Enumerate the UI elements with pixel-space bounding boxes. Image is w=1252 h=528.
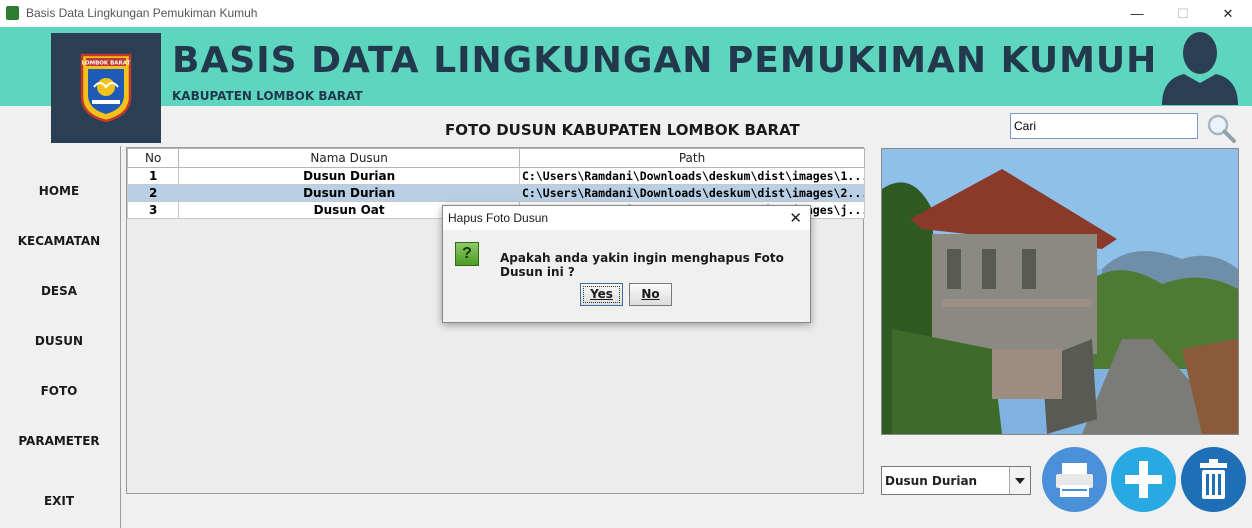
sidebar-item-exit[interactable]: EXIT: [0, 494, 118, 508]
column-header-no[interactable]: No: [126, 148, 180, 168]
table-header-row: No Nama Dusun Path: [126, 148, 865, 168]
yes-button[interactable]: Yes: [580, 283, 623, 306]
dialog-message: Apakah anda yakin ingin menghapus Foto D…: [500, 251, 784, 279]
dialog-close-icon[interactable]: ✕: [789, 209, 802, 227]
lombok-barat-logo: LOMBOK BARAT: [80, 53, 132, 123]
sidebar-item-parameter[interactable]: PARAMETER: [0, 434, 118, 448]
logo-panel: LOMBOK BARAT: [51, 33, 161, 143]
printer-icon: [1056, 463, 1093, 497]
table-row[interactable]: 1 Dusun Durian C:\Users\Ramdani\Download…: [126, 167, 865, 185]
plus-icon: [1125, 461, 1162, 498]
sidebar-item-desa[interactable]: DESA: [0, 284, 118, 298]
print-button[interactable]: [1042, 447, 1107, 512]
sidebar: HOME KECAMATAN DESA DUSUN FOTO PARAMETER…: [0, 146, 121, 528]
dialog-titlebar: Hapus Foto Dusun ✕: [443, 206, 810, 230]
cell-nama-dusun[interactable]: Dusun Durian: [178, 167, 520, 185]
chevron-down-icon[interactable]: [1009, 467, 1030, 494]
search-input[interactable]: [1010, 113, 1198, 139]
close-button[interactable]: ✕: [1205, 0, 1251, 27]
page-title: FOTO DUSUN KABUPATEN LOMBOK BARAT: [445, 121, 800, 139]
delete-photo-button[interactable]: [1181, 447, 1246, 512]
cell-no[interactable]: 2: [126, 184, 180, 202]
user-avatar-icon[interactable]: [1160, 27, 1240, 105]
minimize-button[interactable]: —: [1114, 0, 1160, 27]
dusun-photo: [881, 148, 1239, 435]
hapus-foto-dialog[interactable]: Hapus Foto Dusun ✕ ? Apakah anda yakin i…: [442, 205, 811, 323]
question-icon: ?: [455, 242, 479, 266]
cell-path[interactable]: C:\Users\Ramdani\Downloads\deskum\dist\i…: [519, 167, 865, 185]
column-header-path[interactable]: Path: [519, 148, 865, 168]
column-header-nama-dusun[interactable]: Nama Dusun: [178, 148, 520, 168]
table-row-selected[interactable]: 2 Dusun Durian C:\Users\Ramdani\Download…: [126, 184, 865, 202]
trash-icon: [1200, 459, 1227, 499]
cell-path[interactable]: C:\Users\Ramdani\Downloads\deskum\dist\i…: [519, 184, 865, 202]
sidebar-item-kecamatan[interactable]: KECAMATAN: [0, 234, 118, 248]
app-icon: [6, 6, 19, 20]
window-title: Basis Data Lingkungan Pemukiman Kumuh: [26, 6, 258, 20]
sidebar-item-home[interactable]: HOME: [0, 184, 118, 198]
maximize-button[interactable]: ☐: [1160, 0, 1206, 27]
window-titlebar: Basis Data Lingkungan Pemukiman Kumuh — …: [0, 0, 1252, 27]
cell-no[interactable]: 1: [126, 167, 180, 185]
dusun-select[interactable]: Dusun Durian: [881, 466, 1031, 495]
add-photo-button[interactable]: [1111, 447, 1176, 512]
no-button[interactable]: No: [629, 283, 672, 306]
app-subtitle: KABUPATEN LOMBOK BARAT: [172, 89, 363, 103]
app-title: BASIS DATA LINGKUNGAN PEMUKIMAN KUMUH: [172, 40, 1158, 81]
dusun-photo-image: [882, 149, 1238, 434]
dialog-title: Hapus Foto Dusun: [448, 211, 549, 225]
logo-text: LOMBOK BARAT: [82, 61, 131, 67]
sidebar-item-foto[interactable]: FOTO: [0, 384, 118, 398]
search-icon[interactable]: [1206, 113, 1236, 143]
cell-no[interactable]: 3: [126, 201, 180, 219]
dusun-select-value: Dusun Durian: [885, 474, 978, 488]
cell-nama-dusun[interactable]: Dusun Durian: [178, 184, 520, 202]
sidebar-item-dusun[interactable]: DUSUN: [0, 334, 118, 348]
